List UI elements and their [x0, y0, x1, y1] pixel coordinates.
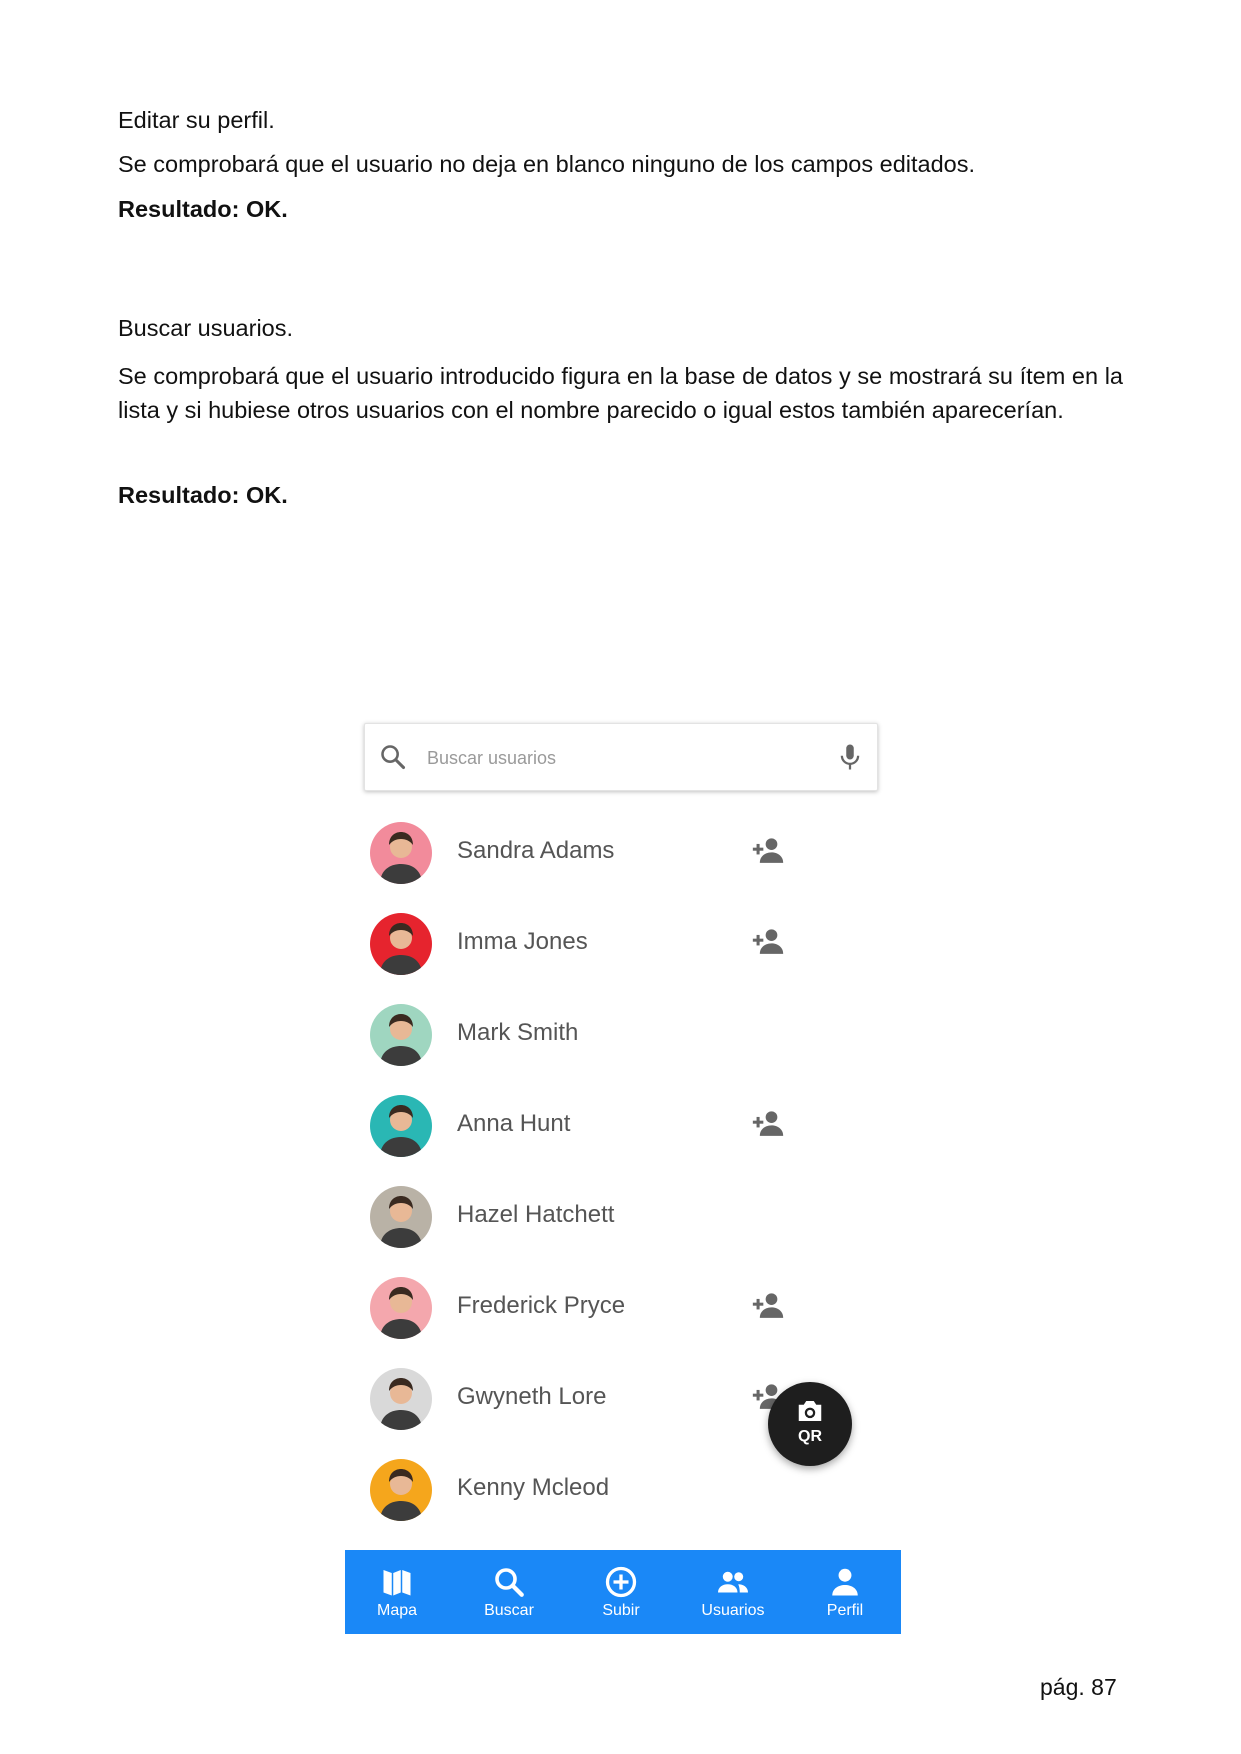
- search-bar: [364, 723, 878, 791]
- avatar[interactable]: [370, 913, 432, 975]
- section2-body: Se comprobará que el usuario introducido…: [118, 363, 1123, 423]
- microphone-icon[interactable]: [835, 741, 865, 773]
- user-name: Imma Jones: [457, 928, 588, 955]
- nav-item-perfil[interactable]: Perfil: [789, 1550, 901, 1634]
- avatar[interactable]: [370, 1277, 432, 1339]
- avatar[interactable]: [370, 1004, 432, 1066]
- user-name: Frederick Pryce: [457, 1292, 626, 1319]
- list-item[interactable]: Anna Hunt: [345, 1081, 901, 1172]
- search-icon[interactable]: [379, 743, 407, 771]
- person-icon: [832, 1568, 858, 1596]
- avatar[interactable]: [370, 1186, 432, 1248]
- list-item[interactable]: Hazel Hatchett: [345, 1172, 901, 1263]
- list-item[interactable]: Imma Jones: [345, 899, 901, 990]
- add-user-icon[interactable]: [750, 927, 786, 955]
- avatar[interactable]: [370, 1095, 432, 1157]
- page-number: pág. 87: [1040, 1674, 1117, 1700]
- section1-title: Editar su perfil.: [118, 107, 275, 133]
- nav-label: Mapa: [376, 1602, 418, 1619]
- nav-label: Perfil: [826, 1602, 864, 1619]
- list-item[interactable]: Sandra Adams: [345, 808, 901, 899]
- avatar[interactable]: [370, 822, 432, 884]
- qr-fab-button[interactable]: QR: [768, 1382, 852, 1466]
- list-item[interactable]: Mark Smith: [345, 990, 901, 1081]
- app-screenshot: Sandra Adams Imma Jones Mark Smith Anna Hun…: [345, 718, 901, 1642]
- user-name: Anna Hunt: [457, 1110, 571, 1137]
- user-name: Kenny Mcleod: [457, 1474, 610, 1501]
- people-icon: [718, 1571, 748, 1593]
- nav-item-usuarios[interactable]: Usuarios: [677, 1550, 789, 1634]
- nav-item-subir[interactable]: Subir: [565, 1550, 677, 1634]
- bottom-navigation: Mapa Buscar Subir Usuarios Perfil: [345, 1550, 901, 1634]
- section2-title: Buscar usuarios.: [118, 315, 294, 341]
- nav-label: Buscar: [484, 1602, 534, 1619]
- section2-result: Resultado: OK.: [118, 482, 288, 508]
- nav-label: Usuarios: [701, 1602, 765, 1619]
- nav-label: Subir: [602, 1602, 640, 1619]
- fab-label: QR: [798, 1428, 822, 1445]
- list-item[interactable]: Frederick Pryce: [345, 1263, 901, 1354]
- add-user-icon[interactable]: [750, 1109, 786, 1137]
- search-input[interactable]: [425, 738, 809, 778]
- user-name: Sandra Adams: [457, 837, 615, 864]
- nav-item-buscar[interactable]: Buscar: [453, 1550, 565, 1634]
- search-icon: [495, 1568, 524, 1597]
- add-user-icon[interactable]: [750, 1291, 786, 1319]
- add-circle-icon: [605, 1566, 637, 1598]
- add-user-icon[interactable]: [750, 836, 786, 864]
- user-name: Hazel Hatchett: [457, 1201, 615, 1228]
- map-icon: [383, 1570, 411, 1596]
- nav-item-mapa[interactable]: Mapa: [345, 1550, 453, 1634]
- section1-result: Resultado: OK.: [118, 196, 288, 222]
- avatar[interactable]: [370, 1459, 432, 1521]
- avatar[interactable]: [370, 1368, 432, 1430]
- user-name: Mark Smith: [457, 1019, 579, 1046]
- section1-body: Se comprobará que el usuario no deja en …: [118, 151, 976, 177]
- camera-icon: [798, 1401, 822, 1421]
- user-name: Gwyneth Lore: [457, 1383, 607, 1410]
